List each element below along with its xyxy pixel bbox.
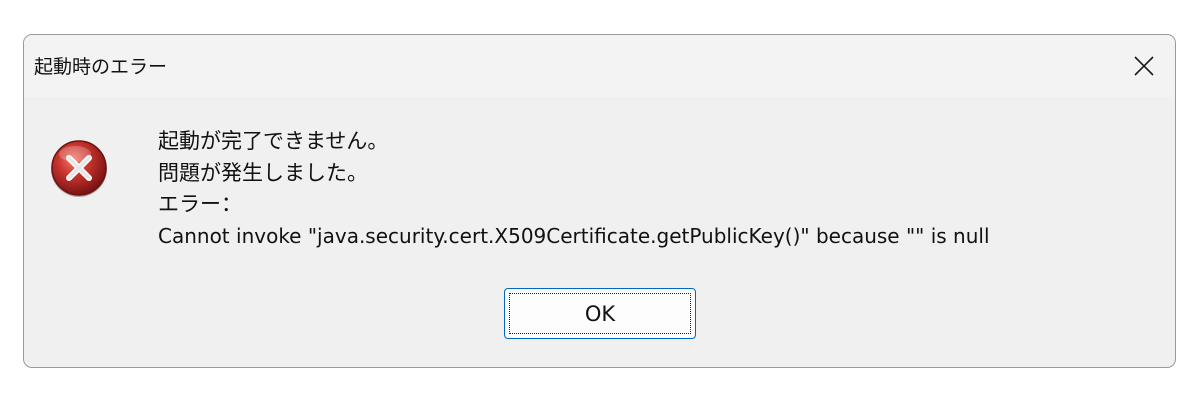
error-dialog: 起動時のエラー 起動が完了できません。 問題が発生しました。 エラー： Cann… (23, 34, 1176, 368)
close-button[interactable] (1113, 35, 1175, 97)
message-line-1: 起動が完了できません。 (158, 129, 389, 153)
focus-ring (509, 293, 691, 334)
window-title: 起動時のエラー (34, 56, 168, 78)
error-detail: Cannot invoke "java.security.cert.X509Ce… (158, 223, 990, 248)
error-message: 起動が完了できません。 問題が発生しました。 エラー： Cannot invok… (158, 126, 990, 252)
title-bar[interactable]: 起動時のエラー (24, 35, 1175, 97)
message-line-2: 問題が発生しました。 (158, 160, 368, 185)
error-icon (48, 137, 110, 199)
ok-button[interactable]: OK (504, 288, 696, 339)
close-icon (1133, 55, 1155, 77)
message-line-3: エラー： (158, 192, 242, 216)
